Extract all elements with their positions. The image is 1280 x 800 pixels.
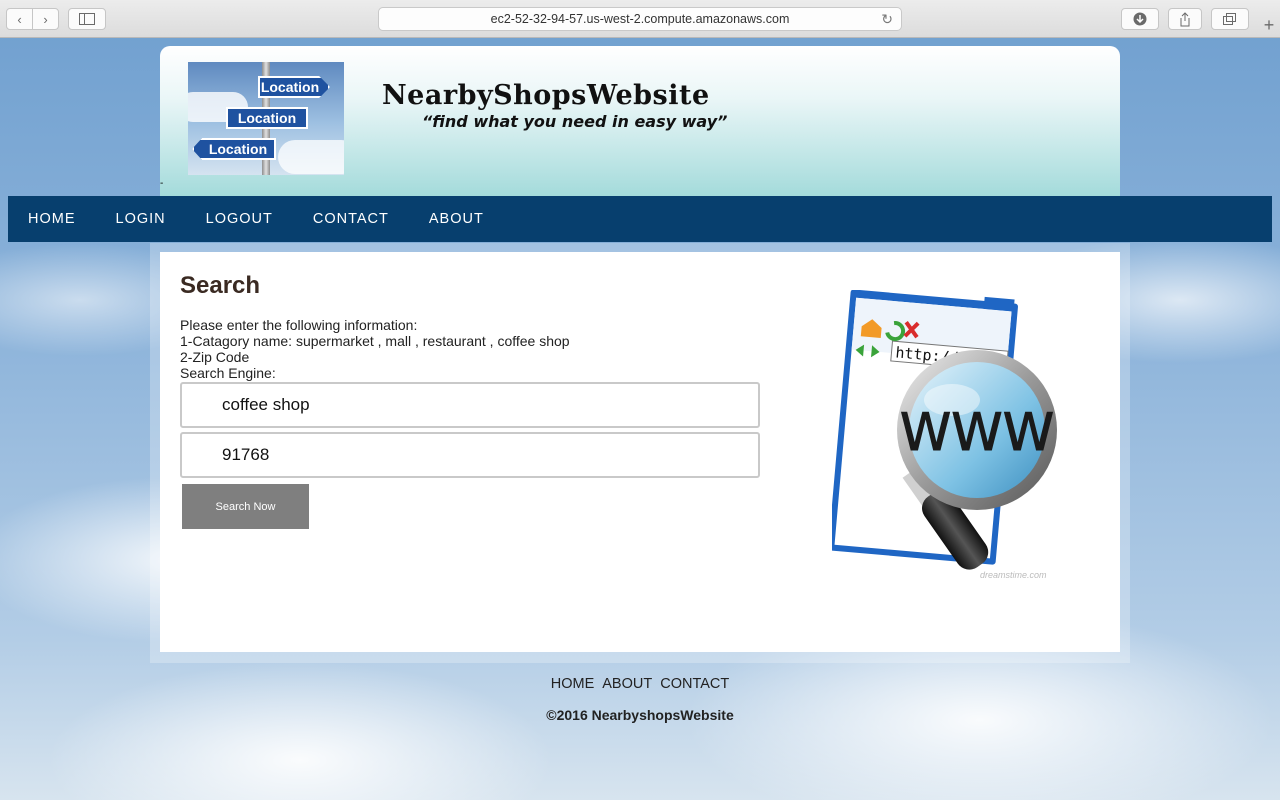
download-icon: [1133, 12, 1147, 26]
svg-text:WWW: WWW: [900, 403, 1054, 463]
back-arrow-icon[interactable]: ‹: [7, 12, 32, 27]
sidebar-icon: [79, 13, 95, 25]
footer-link-about[interactable]: ABOUT: [602, 676, 652, 692]
instruction-line: Search Engine:: [180, 365, 276, 381]
instruction-line: 1-Catagory name: supermarket , mall , re…: [180, 333, 570, 349]
instruction-line: 2-Zip Code: [180, 349, 250, 365]
zip-code-input[interactable]: [180, 432, 760, 478]
instruction-line: Please enter the following information:: [180, 317, 418, 333]
page-title: Search: [180, 272, 261, 299]
reload-icon[interactable]: ↻: [881, 11, 893, 28]
category-input[interactable]: [180, 382, 760, 428]
header-dash: -: [160, 178, 164, 189]
nav-contact[interactable]: CONTACT: [313, 211, 389, 227]
site-title: NearbyShopsWebsite: [382, 80, 710, 111]
tabs-icon: [1223, 13, 1236, 25]
address-bar[interactable]: ec2-52-32-94-57.us-west-2.compute.amazon…: [378, 7, 902, 31]
main-nav: HOME LOGIN LOGOUT CONTACT ABOUT: [8, 196, 1272, 242]
footer-link-contact[interactable]: CONTACT: [660, 676, 729, 692]
search-now-button[interactable]: Search Now: [182, 484, 309, 529]
watermark-text: dreamstime.com: [980, 570, 1047, 580]
nav-login[interactable]: LOGIN: [116, 211, 166, 227]
search-panel: Search Please enter the following inform…: [160, 252, 1120, 652]
back-forward-buttons[interactable]: ‹ ›: [6, 8, 59, 30]
plus-icon: +: [1263, 15, 1275, 35]
forward-arrow-icon[interactable]: ›: [33, 12, 58, 27]
location-sign: Location: [192, 138, 276, 160]
location-signs-logo: Location Location Location: [188, 62, 344, 175]
footer-nav: HOME ABOUT CONTACT: [0, 676, 1280, 692]
copyright-text: ©2016 NearbyshopsWebsite: [546, 707, 734, 723]
sidebar-toggle-button[interactable]: [68, 8, 106, 30]
site-header: Location Location Location NearbyShopsWe…: [160, 46, 1120, 196]
web-search-magnifier-icon: http:// WWW: [832, 290, 1057, 570]
share-icon: [1180, 11, 1190, 26]
logo-cloud: [278, 140, 344, 174]
location-sign: Location: [258, 76, 330, 98]
nav-logout[interactable]: LOGOUT: [206, 211, 273, 227]
footer-link-home[interactable]: HOME: [551, 676, 595, 692]
search-instructions: Please enter the following information: …: [180, 317, 570, 381]
location-sign: Location: [226, 107, 308, 129]
tab-overview-button[interactable]: [1211, 8, 1249, 30]
nav-home[interactable]: HOME: [28, 211, 76, 227]
new-tab-button[interactable]: +: [1258, 12, 1280, 38]
address-url: ec2-52-32-94-57.us-west-2.compute.amazon…: [490, 12, 790, 26]
share-button[interactable]: [1168, 8, 1202, 30]
downloads-button[interactable]: [1121, 8, 1159, 30]
site-tagline: “find what you need in easy way”: [422, 112, 728, 131]
browser-toolbar: ‹ › ec2-52-32-94-57.us-west-2.compute.am…: [0, 0, 1280, 38]
nav-about[interactable]: ABOUT: [429, 211, 484, 227]
